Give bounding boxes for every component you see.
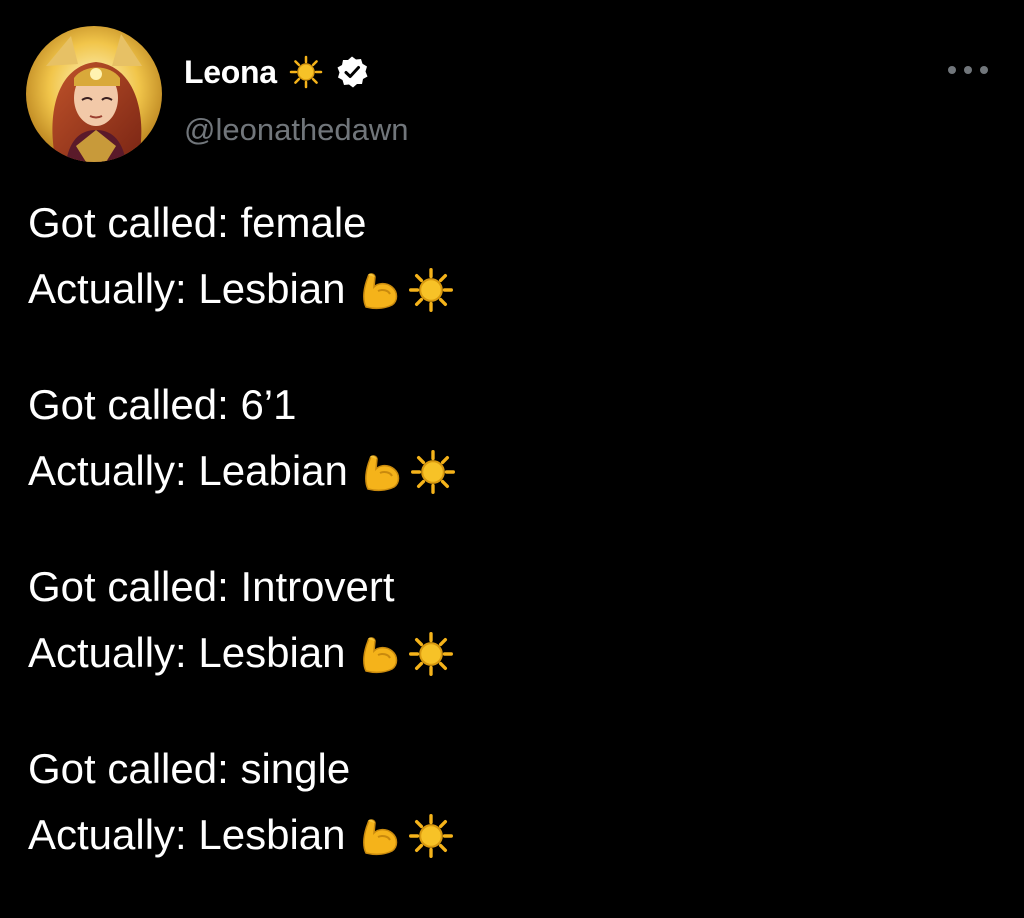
called-line: Got called: 6’1 xyxy=(28,372,988,438)
actually-line: Actually: Lesbian xyxy=(28,802,988,868)
sun-icon xyxy=(408,630,454,676)
avatar-image xyxy=(26,26,162,162)
flexed-biceps-icon xyxy=(358,630,404,676)
more-dot xyxy=(980,66,988,74)
actually-text: Actually: Lesbian xyxy=(28,811,346,858)
called-line: Got called: female xyxy=(28,190,988,256)
more-dot xyxy=(948,66,956,74)
display-name[interactable]: Leona xyxy=(184,54,277,91)
tweet-text: Got called: female Actually: Lesbian Got… xyxy=(28,190,988,918)
more-options-icon[interactable] xyxy=(948,56,988,84)
flexed-biceps-icon xyxy=(358,266,404,312)
sun-icon xyxy=(408,812,454,858)
tweet: Leona @leonathedawn Got called: female A… xyxy=(0,0,1024,908)
called-line: Got called: Introvert xyxy=(28,554,988,620)
verified-badge-icon xyxy=(335,55,369,89)
stanza: Got called: Introvert Actually: Lesbian xyxy=(28,554,988,686)
called-line: Got called: single xyxy=(28,736,988,802)
flexed-biceps-icon xyxy=(360,448,406,494)
author-name-row: Leona xyxy=(184,50,369,94)
author-handle[interactable]: @leonathedawn xyxy=(184,112,409,148)
actually-text: Actually: Leabian xyxy=(28,447,348,494)
called-text: Got called: Introvert xyxy=(28,563,395,610)
avatar[interactable] xyxy=(26,26,162,162)
actually-line: Actually: Leabian xyxy=(28,438,988,504)
stanza: Got called: 6’1 Actually: Leabian xyxy=(28,372,988,504)
sun-icon xyxy=(289,55,323,89)
called-text: Got called: single xyxy=(28,745,351,792)
actually-line: Actually: Lesbian xyxy=(28,620,988,686)
sun-icon xyxy=(410,448,456,494)
called-text: Got called: female xyxy=(28,199,367,246)
more-dot xyxy=(964,66,972,74)
stanza: Got called: single Actually: Lesbian xyxy=(28,736,988,868)
actually-line: Actually: Lesbian xyxy=(28,256,988,322)
stanza: Got called: female Actually: Lesbian xyxy=(28,190,988,322)
flexed-biceps-icon xyxy=(358,812,404,858)
actually-text: Actually: Lesbian xyxy=(28,265,346,312)
sun-icon xyxy=(408,266,454,312)
actually-text: Actually: Lesbian xyxy=(28,629,346,676)
called-text: Got called: 6’1 xyxy=(28,381,297,428)
